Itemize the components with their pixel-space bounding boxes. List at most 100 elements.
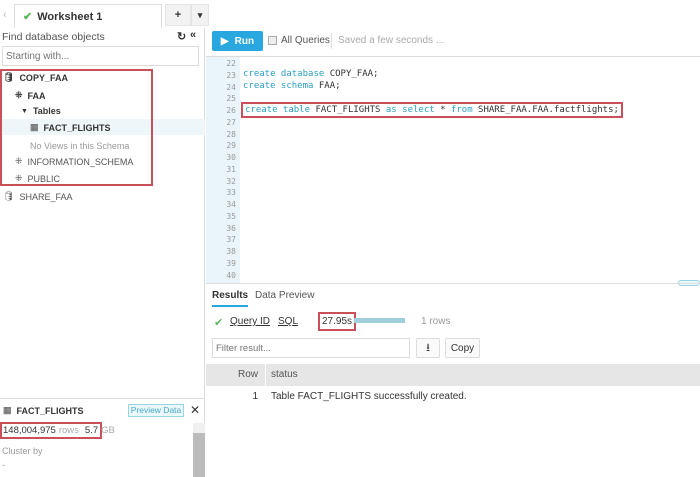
scroll-left-button[interactable]: ‹ xyxy=(3,9,7,21)
size-unit: GB xyxy=(101,425,115,436)
add-tab-button[interactable]: + xyxy=(165,4,191,26)
line-number: 40 xyxy=(226,270,236,280)
tab-menu-button[interactable]: ▾ xyxy=(191,4,209,26)
refresh-icon[interactable]: ↻ xyxy=(177,30,186,43)
line-number: 38 xyxy=(226,247,236,256)
line-number: 34 xyxy=(226,200,236,209)
query-id-link[interactable]: Query ID xyxy=(230,316,270,327)
tree-label: FAA xyxy=(27,90,46,101)
table-row[interactable]: 1 Table FACT_FLIGHTS successfully create… xyxy=(206,389,700,405)
line-number: 30 xyxy=(226,153,236,162)
status-cell: Table FACT_FLIGHTS successfully created. xyxy=(271,391,467,402)
tab-data-preview[interactable]: Data Preview xyxy=(255,290,314,301)
query-duration: 27.95s xyxy=(318,312,357,331)
row-count-label: 1 rows xyxy=(421,316,451,327)
table-size: 5.7 xyxy=(84,425,99,436)
database-icon: 🛢 xyxy=(3,72,15,82)
line-number: 26 xyxy=(226,106,236,115)
run-button[interactable]: ▶ Run xyxy=(212,31,263,51)
line-number: 35 xyxy=(226,211,236,221)
tree-database-share-faa[interactable]: 🛢 SHARE_FAA xyxy=(3,191,72,202)
success-check-icon: ✔ xyxy=(214,317,224,329)
row-count: 148,004,975 xyxy=(3,425,56,436)
checkbox[interactable] xyxy=(268,36,277,45)
schema-icon: ⁜ xyxy=(15,90,23,100)
column-header-row[interactable]: Row xyxy=(206,369,258,380)
line-number: 24 xyxy=(226,82,236,92)
caret-down-icon: ▼ xyxy=(21,107,28,115)
line-number: 27 xyxy=(226,117,236,127)
tab-label: Worksheet 1 xyxy=(37,10,103,23)
keyword: create database xyxy=(243,69,325,79)
line-number: 37 xyxy=(226,235,236,245)
code-line-23[interactable]: create database COPY_FAA; xyxy=(243,69,378,79)
line-number: 25 xyxy=(226,94,236,104)
code-line-26[interactable]: create table FACT_FLIGHTS as select * fr… xyxy=(241,102,623,118)
tree-table-fact-flights[interactable]: ▦ FACT_FLIGHTS xyxy=(30,122,111,133)
schema-icon: ⁜ xyxy=(15,156,23,166)
close-icon[interactable]: ✕ xyxy=(190,403,200,417)
cluster-by-value: - xyxy=(2,460,5,470)
run-label: Run xyxy=(234,35,255,47)
tree-database-copy-faa[interactable]: 🛢 COPY_FAA xyxy=(3,72,68,83)
tree-label: No Views in this Schema xyxy=(30,141,130,151)
keyword: from xyxy=(450,105,473,115)
table-icon: ▦ xyxy=(30,122,39,132)
code-text: FAA; xyxy=(313,81,341,91)
tree-schema-information-schema[interactable]: ⁜ INFORMATION_SCHEMA xyxy=(15,156,133,167)
tree-folder-tables[interactable]: ▼ Tables xyxy=(21,106,61,116)
line-number: 36 xyxy=(226,223,236,233)
download-icon: ⭳ xyxy=(426,341,430,354)
details-divider xyxy=(0,398,205,399)
tab-worksheet-1[interactable]: ✔ Worksheet 1 xyxy=(14,4,162,28)
tree-label: SHARE_FAA xyxy=(19,191,73,202)
preview-data-button[interactable]: Preview Data xyxy=(128,404,184,417)
tree-note-no-views: No Views in this Schema xyxy=(30,141,129,151)
code-text: SHARE_FAA.FAA.factflights; xyxy=(472,105,619,115)
column-header-status[interactable]: status xyxy=(271,369,298,380)
tab-bar: ‹ ✔ Worksheet 1 + ▾ xyxy=(0,0,700,28)
column-divider xyxy=(265,364,266,386)
shared-database-icon: 🛢 xyxy=(3,191,15,201)
details-title: ▦ FACT_FLIGHTS xyxy=(3,405,84,416)
checkbox-label: All Queries xyxy=(281,35,330,46)
tree-label: INFORMATION_SCHEMA xyxy=(27,156,134,167)
saved-status: Saved a few seconds ... xyxy=(338,35,445,46)
keyword: create schema xyxy=(243,81,314,91)
editor-top-border xyxy=(206,56,700,57)
sql-link[interactable]: SQL xyxy=(278,316,298,327)
tree-schema-faa[interactable]: ⁜ FAA xyxy=(15,90,46,101)
cluster-by-label: Cluster by xyxy=(2,446,43,456)
schema-icon: ⁜ xyxy=(15,173,23,183)
details-scrollbar[interactable] xyxy=(193,423,205,477)
tab-results[interactable]: Results xyxy=(212,290,249,307)
code-line-24[interactable]: create schema FAA; xyxy=(243,81,341,91)
rows-unit: rows xyxy=(58,425,79,436)
line-number: 29 xyxy=(226,141,236,151)
line-number: 23 xyxy=(226,70,236,80)
browser-title: Find database objects xyxy=(2,31,105,43)
keyword: as select xyxy=(385,105,435,115)
tree-label: PUBLIC xyxy=(27,173,61,184)
details-name: FACT_FLIGHTS xyxy=(16,405,84,416)
line-number: 39 xyxy=(226,258,236,268)
object-search-input[interactable] xyxy=(2,46,199,66)
code-text: FACT_FLIGHTS xyxy=(310,105,386,115)
object-browser: Find database objects ↻ « 🛢 COPY_FAA ⁜ FAA… xyxy=(0,28,205,477)
scrollbar-thumb[interactable] xyxy=(193,433,205,477)
filter-result-input[interactable] xyxy=(212,338,410,358)
download-button[interactable]: ⭳ xyxy=(416,338,440,358)
tree-schema-public[interactable]: ⁜ PUBLIC xyxy=(15,173,60,184)
collapse-icon[interactable]: « xyxy=(190,29,196,41)
toolbar-divider xyxy=(331,33,332,49)
row-number: 1 xyxy=(252,391,258,402)
all-queries-checkbox[interactable]: All Queries xyxy=(268,35,330,46)
line-number: 33 xyxy=(226,188,236,198)
tree-label: Tables xyxy=(32,106,61,116)
duration-bar xyxy=(354,318,405,323)
code-text: * xyxy=(434,105,451,115)
play-icon: ▶ xyxy=(220,35,229,47)
code-text: COPY_FAA; xyxy=(324,69,379,79)
line-number: 31 xyxy=(226,164,236,174)
copy-button[interactable]: Copy xyxy=(445,338,480,358)
